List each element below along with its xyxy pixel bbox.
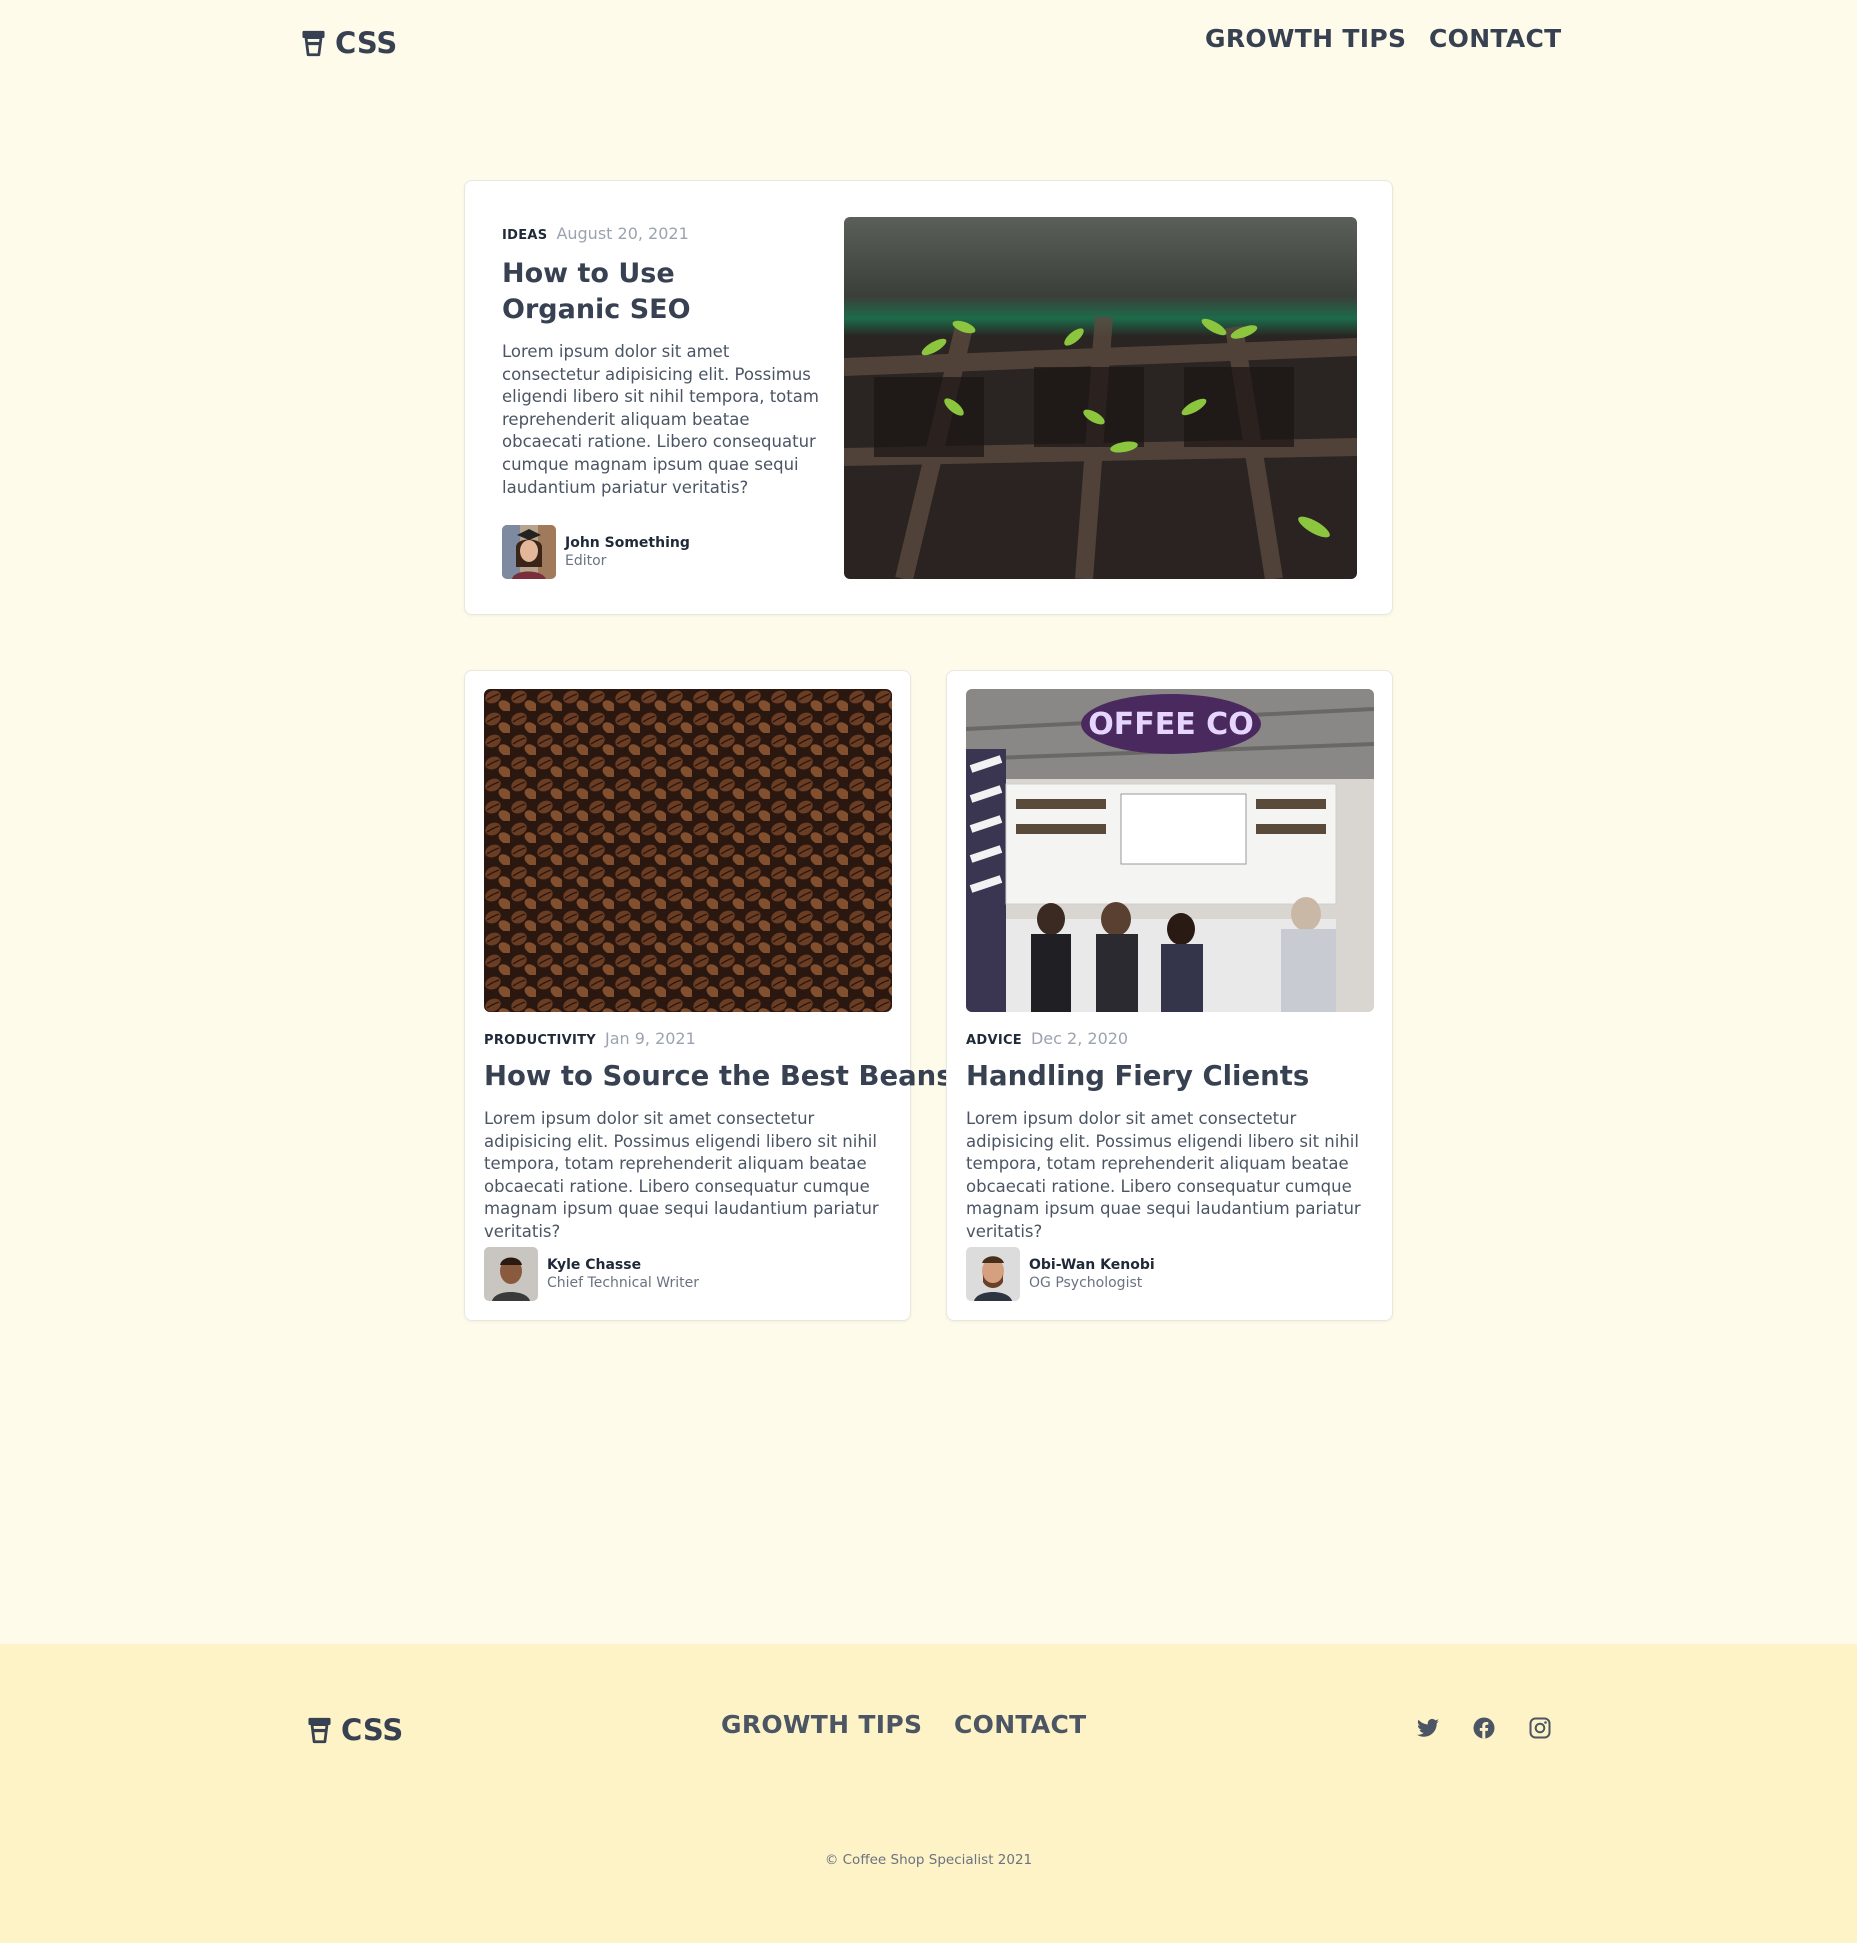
brand-name: CSS: [341, 1713, 404, 1747]
post-title[interactable]: How to Use Organic SEO: [502, 256, 802, 328]
post-excerpt: Lorem ipsum dolor sit amet consectetur a…: [484, 1109, 879, 1241]
author-name: Kyle Chasse: [547, 1257, 642, 1273]
avatar: [502, 525, 556, 579]
post-tag[interactable]: Productivity: [484, 1033, 596, 1048]
post-author: Obi-Wan Kenobi OG Psychologist: [966, 1247, 1155, 1301]
post-meta: Productivity Jan 9, 2021: [484, 1029, 696, 1048]
post-title[interactable]: Handling Fiery Clients: [966, 1059, 1309, 1095]
author-role: Chief Technical Writer: [547, 1275, 699, 1291]
post-date: August 20, 2021: [556, 224, 689, 243]
coffee-cup-icon: [308, 1717, 331, 1744]
brand-name: CSS: [335, 26, 398, 60]
footer-nav-growth-tips[interactable]: GROWTH TIPS: [721, 1710, 922, 1739]
nav-growth-tips[interactable]: GROWTH TIPS: [1205, 24, 1406, 53]
post-tag[interactable]: Ideas: [502, 228, 547, 243]
svg-text:OFFEE CO: OFFEE CO: [1088, 707, 1253, 742]
post-title[interactable]: How to Source the Best Beans: [484, 1059, 953, 1095]
author-name: Obi-Wan Kenobi: [1029, 1257, 1155, 1273]
copyright-text: © Coffee Shop Specialist 2021: [824, 1852, 1033, 1868]
site-header: CSS GROWTH TIPS CONTACT: [0, 0, 1857, 90]
twitter-icon[interactable]: [1416, 1716, 1440, 1740]
coffee-shop-photo[interactable]: OFFEE CO: [966, 689, 1374, 1012]
post-date: Dec 2, 2020: [1030, 1029, 1129, 1048]
post-card[interactable]: OFFEE CO Advice Dec 2, 2020 Handling Fie…: [946, 670, 1393, 1321]
nav-contact[interactable]: CONTACT: [1429, 24, 1561, 53]
post-date: Jan 9, 2021: [604, 1029, 696, 1048]
footer-nav-contact[interactable]: CONTACT: [954, 1710, 1086, 1739]
footer-brand-logo[interactable]: CSS: [306, 1713, 403, 1747]
avatar: [484, 1247, 538, 1301]
post-meta: Ideas August 20, 2021: [502, 224, 689, 243]
post-tag[interactable]: Advice: [966, 1033, 1022, 1048]
post-excerpt: Lorem ipsum dolor sit amet consectetur a…: [966, 1109, 1361, 1241]
post-author: Kyle Chasse Chief Technical Writer: [484, 1247, 699, 1301]
author-name: John Something: [565, 535, 690, 551]
instagram-icon[interactable]: [1528, 1716, 1552, 1740]
brand-logo[interactable]: CSS: [300, 26, 397, 60]
featured-post-card[interactable]: Ideas August 20, 2021 How to Use Organic…: [464, 180, 1393, 615]
coffee-cup-icon: [302, 30, 325, 57]
post-excerpt: Lorem ipsum dolor sit amet consectetur a…: [502, 342, 819, 497]
author-role: Editor: [565, 553, 607, 569]
post-card[interactable]: Productivity Jan 9, 2021 How to Source t…: [464, 670, 953, 1321]
site-footer: CSS GROWTH TIPS CONTACT © Coffee Shop Sp…: [0, 1644, 1857, 1943]
post-meta: Advice Dec 2, 2020: [966, 1029, 1128, 1048]
coffee-beans-photo[interactable]: [484, 689, 892, 1012]
facebook-icon[interactable]: [1472, 1716, 1496, 1740]
post-author: John Something Editor: [502, 525, 690, 579]
author-role: OG Psychologist: [1029, 1275, 1143, 1291]
avatar: [966, 1247, 1020, 1301]
seedlings-photo[interactable]: [844, 217, 1357, 579]
